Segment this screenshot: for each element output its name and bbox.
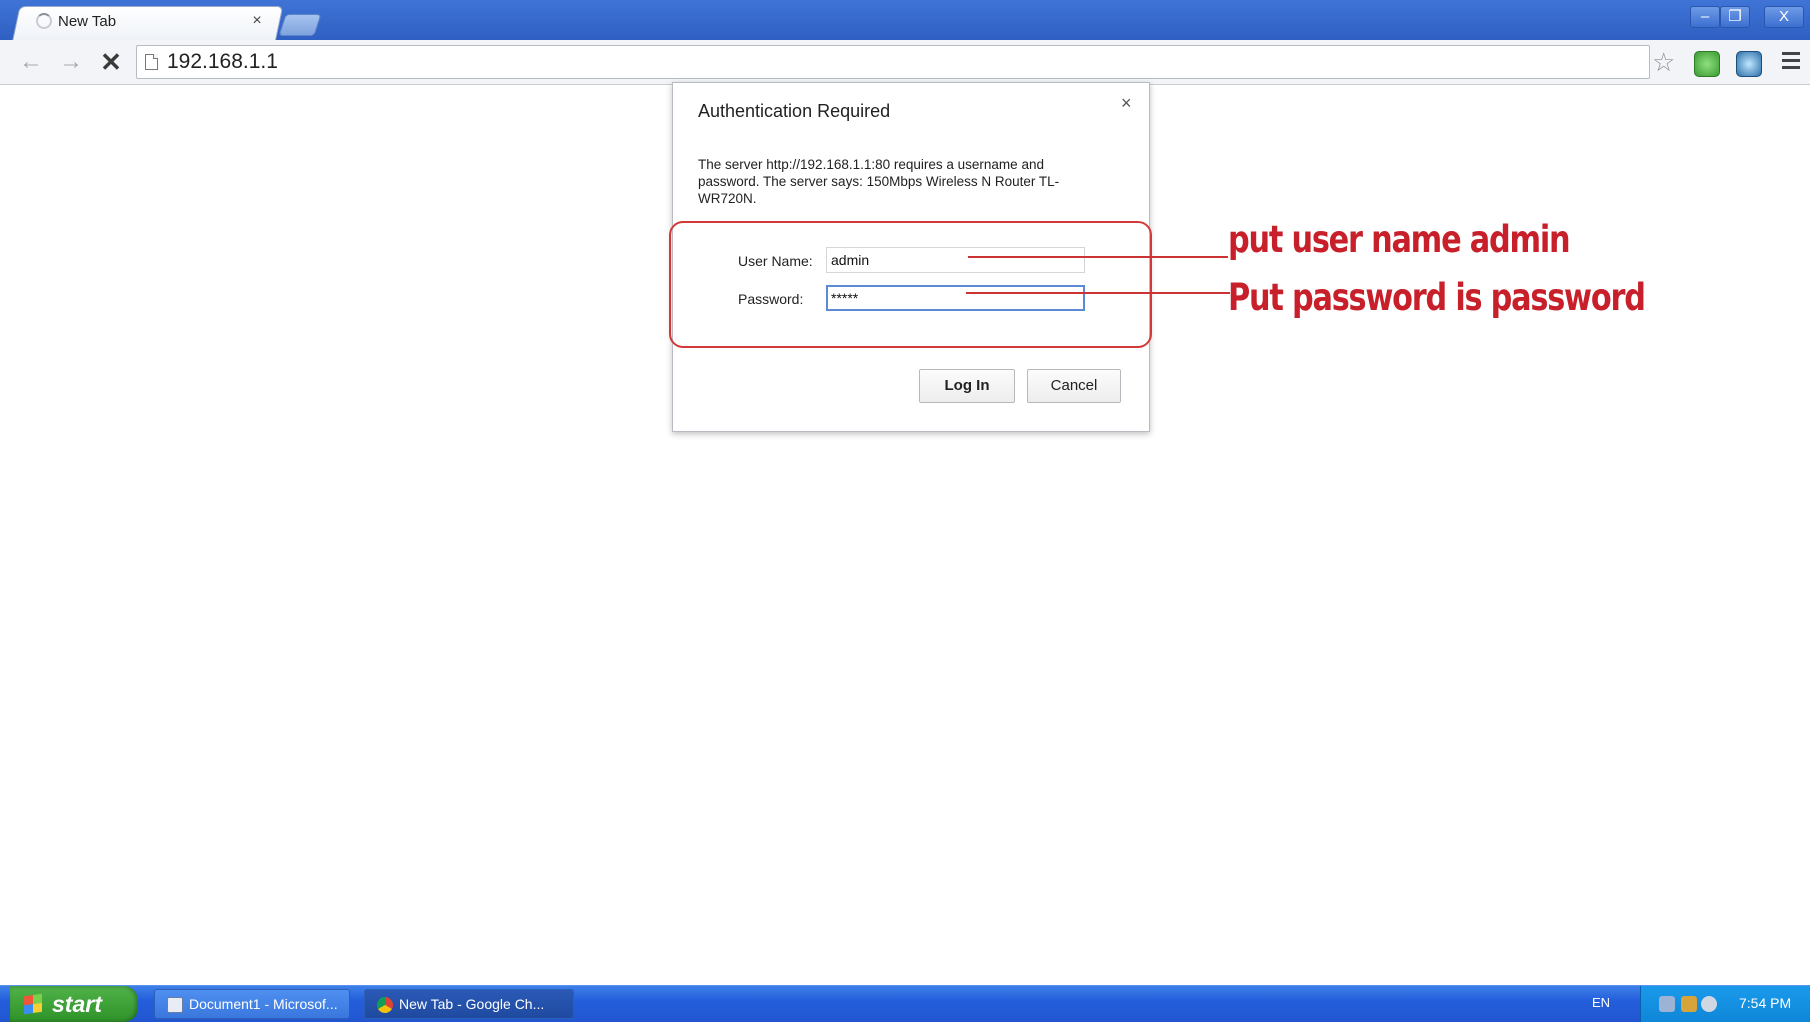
extension-green-icon[interactable] (1694, 51, 1720, 77)
taskbar-item-chrome[interactable]: New Tab - Google Ch... (364, 989, 574, 1019)
language-indicator[interactable]: EN (1592, 995, 1610, 1010)
dialog-title: Authentication Required (698, 101, 891, 121)
loading-spinner-icon (36, 13, 52, 29)
system-tray: 7:54 PM (1640, 986, 1810, 1022)
minimize-button[interactable]: – (1690, 6, 1720, 28)
browser-toolbar: ← → ✕ 192.168.1.1 ☆ (0, 40, 1810, 85)
dialog-close-icon[interactable]: × (1121, 93, 1132, 114)
taskbar-item-label: New Tab - Google Ch... (399, 996, 545, 1012)
annotation-pointer-line (966, 292, 1230, 294)
tab-title[interactable]: New Tab (58, 13, 116, 30)
login-button[interactable]: Log In (919, 369, 1015, 403)
forward-arrow-icon[interactable]: → (56, 48, 86, 76)
back-arrow-icon[interactable]: ← (16, 48, 46, 76)
annotation-highlight-box (669, 221, 1152, 348)
annotation-pointer-line (968, 256, 1228, 258)
tab-close-icon[interactable]: × (248, 12, 266, 30)
chrome-icon (377, 997, 393, 1013)
annotation-username: put user name admin (1228, 218, 1571, 261)
taskbar-item-document[interactable]: Document1 - Microsof... (154, 989, 350, 1019)
extension-globe-icon[interactable] (1736, 51, 1762, 77)
windows-taskbar: start Document1 - Microsof... New Tab - … (0, 985, 1810, 1022)
word-document-icon (167, 997, 183, 1013)
browser-tabstrip: New Tab × – ❐ X (0, 0, 1810, 41)
clock: 7:54 PM (1739, 995, 1792, 1011)
annotation-password: Put password is password (1228, 276, 1646, 319)
page-icon (145, 54, 158, 70)
bookmark-star-icon[interactable]: ☆ (1652, 48, 1675, 76)
tab-content: New Tab × (30, 10, 270, 36)
start-button[interactable]: start (10, 986, 138, 1022)
network-icon[interactable] (1659, 996, 1675, 1012)
update-icon[interactable] (1701, 996, 1717, 1012)
taskbar-item-label: Document1 - Microsof... (189, 996, 338, 1012)
dialog-message: The server http://192.168.1.1:80 require… (698, 157, 1060, 206)
new-tab-button[interactable] (278, 14, 322, 36)
hamburger-menu-icon[interactable] (1782, 52, 1800, 70)
security-icon[interactable] (1681, 996, 1697, 1012)
address-bar[interactable]: 192.168.1.1 (136, 45, 1650, 79)
restore-button[interactable]: ❐ (1720, 6, 1750, 28)
start-label: start (52, 991, 102, 1017)
stop-loading-icon[interactable]: ✕ (96, 48, 126, 76)
address-url[interactable]: 192.168.1.1 (167, 50, 278, 74)
window-close-button[interactable]: X (1764, 6, 1804, 28)
cancel-button[interactable]: Cancel (1027, 369, 1121, 403)
windows-logo-icon (24, 993, 42, 1015)
